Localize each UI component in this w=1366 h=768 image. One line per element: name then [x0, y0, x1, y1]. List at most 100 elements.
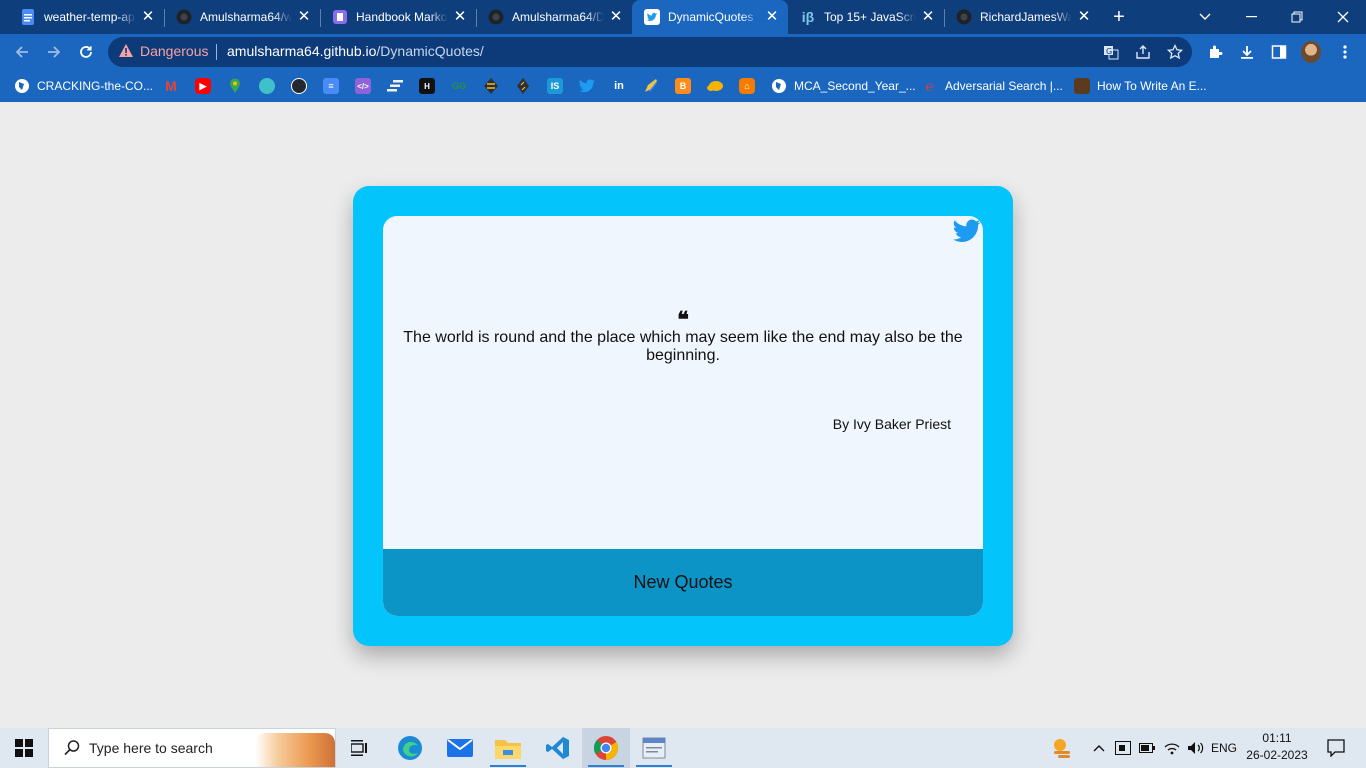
close-icon[interactable]: ✕ [920, 9, 936, 25]
scroll-icon [1074, 78, 1090, 94]
tab-dynamicquotes[interactable]: DynamicQuotes ✕ [632, 0, 788, 34]
bookmark-github[interactable] [291, 76, 307, 96]
close-window-button[interactable] [1320, 0, 1366, 34]
warning-icon [119, 44, 133, 57]
new-tab-button[interactable]: + [1108, 6, 1130, 28]
box-icon: ⌂ [739, 78, 755, 94]
meet-now-icon[interactable] [1114, 728, 1132, 768]
url-path: /DynamicQuotes/ [376, 43, 484, 59]
bookmark-linkedin[interactable]: in [611, 76, 627, 96]
bookmark-cracking[interactable]: CRACKING-the-CO... [14, 76, 153, 96]
bookmark-docs[interactable]: ≡ [323, 76, 339, 96]
tab-javascript[interactable]: iβ Top 15+ JavaScri ✕ [788, 0, 945, 34]
file-explorer-app[interactable] [484, 728, 532, 768]
extensions-icon[interactable] [1205, 42, 1225, 62]
language-indicator[interactable]: ENG [1210, 728, 1238, 768]
minimize-button[interactable] [1228, 0, 1274, 34]
bookmark-gmail[interactable]: M [163, 76, 179, 96]
share-icon[interactable] [1133, 42, 1153, 62]
bookmark-teal[interactable] [259, 76, 275, 96]
vscode-icon [546, 737, 569, 759]
bookmark-hackerrank[interactable]: H [419, 76, 435, 96]
profile-avatar[interactable] [1301, 41, 1321, 63]
tab-handbook[interactable]: Handbook Marko ✕ [320, 0, 477, 34]
bookmark-youtube[interactable]: ▶ [195, 76, 211, 96]
bookmark-icon [259, 78, 275, 94]
download-icon[interactable] [1237, 42, 1257, 62]
globe-icon [771, 78, 787, 94]
tab-github-r[interactable]: RichardJamesWa ✕ [944, 0, 1100, 34]
forward-button[interactable] [40, 38, 68, 66]
close-icon[interactable]: ✕ [608, 9, 624, 25]
edge-app[interactable] [386, 728, 434, 768]
forward-arrow-icon [48, 46, 61, 58]
bars-icon [387, 78, 403, 94]
tab-github-w[interactable]: Amulsharma64/w ✕ [164, 0, 321, 34]
side-panel-icon[interactable] [1269, 42, 1289, 62]
tab-github-d[interactable]: Amulsharma64/D ✕ [476, 0, 632, 34]
tweet-button[interactable] [951, 216, 983, 246]
bookmark-blogger[interactable]: B [675, 76, 691, 96]
weather-icon [1054, 739, 1070, 758]
bookmark-geeks[interactable]: GG [451, 76, 467, 96]
vscode-app[interactable] [534, 728, 582, 768]
bookmark-mca[interactable]: MCA_Second_Year_... [771, 76, 916, 96]
tab-search-button[interactable] [1182, 0, 1228, 34]
twitter-icon [644, 9, 660, 25]
browser-toolbar: Dangerous amulsharma64.github.io/Dynamic… [0, 34, 1366, 70]
tab-title: Amulsharma64/D [512, 10, 604, 24]
bookmark-pencil[interactable] [643, 76, 659, 96]
close-icon[interactable]: ✕ [1076, 9, 1092, 25]
close-icon[interactable]: ✕ [764, 9, 780, 25]
close-icon[interactable]: ✕ [452, 9, 468, 25]
diamond-icon [483, 78, 499, 94]
chevron-up-icon [1093, 745, 1105, 752]
tab-title: weather-temp-ap [44, 10, 135, 24]
chrome-app[interactable] [582, 728, 630, 768]
bookmark-box[interactable]: ⌂ [739, 76, 755, 96]
task-view-button[interactable] [336, 728, 384, 768]
mail-app[interactable] [436, 728, 484, 768]
chrome-icon [593, 736, 619, 760]
start-button[interactable] [0, 728, 48, 768]
bookmark-code[interactable]: </> [355, 76, 371, 96]
reload-button[interactable] [72, 38, 100, 66]
edge-icon [398, 736, 422, 760]
close-icon[interactable]: ✕ [140, 9, 156, 25]
tab-weather[interactable]: weather-temp-ap ✕ [8, 0, 165, 34]
weather-widget[interactable] [1044, 728, 1080, 768]
pencil-icon [643, 78, 659, 94]
clock[interactable]: 01:11 26-02-2023 [1244, 730, 1310, 766]
address-bar[interactable]: Dangerous amulsharma64.github.io/Dynamic… [108, 37, 1192, 67]
bookmark-star-icon[interactable] [1165, 42, 1185, 62]
menu-kebab-icon[interactable] [1335, 42, 1355, 62]
bookmark-how-to-write[interactable]: How To Write An E... [1074, 76, 1207, 96]
notification-center[interactable] [1316, 728, 1356, 768]
bookmark-diamond-1[interactable] [483, 76, 499, 96]
restore-button[interactable] [1274, 0, 1320, 34]
new-quote-button[interactable]: New Quotes [383, 549, 983, 616]
security-indicator[interactable]: Dangerous [118, 43, 209, 59]
bookmark-maps[interactable] [227, 76, 243, 96]
tab-strip: weather-temp-ap ✕ Amulsharma64/w ✕ Handb… [0, 0, 1366, 34]
notepad-app[interactable] [630, 728, 678, 768]
bookmark-cloud[interactable] [707, 76, 723, 96]
twitter-icon [579, 78, 595, 94]
bookmark-twitter[interactable] [579, 76, 595, 96]
wifi-icon[interactable] [1162, 728, 1182, 768]
taskbar-search[interactable]: Type here to search [48, 728, 336, 768]
show-hidden-icons[interactable] [1090, 728, 1108, 768]
url-text[interactable]: amulsharma64.github.io/DynamicQuotes/ [227, 43, 484, 59]
close-icon[interactable]: ✕ [296, 9, 312, 25]
blogger-icon: B [675, 78, 691, 94]
battery-icon[interactable] [1138, 728, 1156, 768]
bookmark-adversarial[interactable]: ℮ Adversarial Search |... [922, 76, 1063, 96]
translate-icon[interactable]: G [1101, 42, 1121, 62]
github-icon [956, 9, 972, 25]
back-button[interactable] [8, 38, 36, 66]
bookmark-is[interactable]: IS [547, 76, 563, 96]
volume-icon[interactable] [1186, 728, 1206, 768]
tab-title: Handbook Marko [356, 10, 448, 24]
bookmark-bars[interactable] [387, 76, 403, 96]
bookmark-diamond-2[interactable] [515, 76, 531, 96]
